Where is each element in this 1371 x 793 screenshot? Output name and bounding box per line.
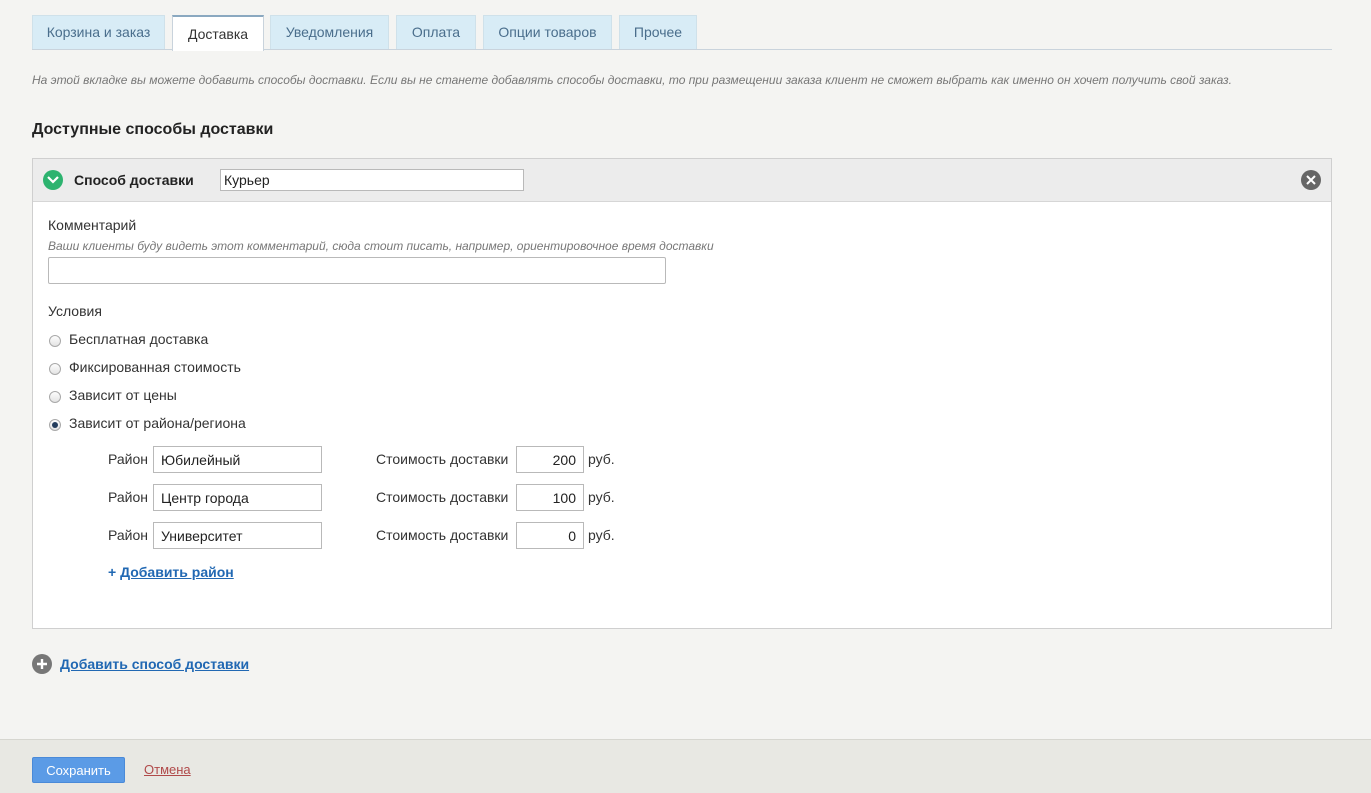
check-circle-icon[interactable] bbox=[43, 170, 63, 190]
save-button[interactable]: Сохранить bbox=[32, 757, 125, 783]
zone-name-input[interactable] bbox=[153, 446, 322, 473]
method-label: Способ доставки bbox=[74, 172, 194, 188]
tab-notifications[interactable]: Уведомления bbox=[270, 15, 389, 49]
zone-cost-input[interactable] bbox=[516, 446, 584, 473]
cost-label: Стоимость доставки bbox=[376, 489, 509, 505]
plus-sign: + bbox=[108, 564, 117, 580]
conditions-label: Условия bbox=[48, 303, 102, 319]
settings-tabs: Корзина и заказ Доставка Уведомления Опл… bbox=[32, 15, 1332, 51]
zone-label: Район bbox=[108, 451, 148, 467]
radio-label: Бесплатная доставка bbox=[69, 331, 209, 347]
radio-label: Зависит от цены bbox=[69, 387, 177, 403]
zone-name-input[interactable] bbox=[153, 522, 322, 549]
zone-label: Район bbox=[108, 489, 148, 505]
radio-label: Зависит от района/региона bbox=[69, 415, 246, 431]
close-circle-icon[interactable] bbox=[1301, 170, 1321, 190]
cancel-link[interactable]: Отмена bbox=[144, 762, 191, 777]
comment-input[interactable] bbox=[48, 257, 666, 284]
radio-label: Фиксированная стоимость bbox=[69, 359, 241, 375]
cost-label: Стоимость доставки bbox=[376, 527, 509, 543]
zone-cost-input[interactable] bbox=[516, 484, 584, 511]
currency-label: руб. bbox=[588, 489, 615, 505]
tab-product-options[interactable]: Опции товаров bbox=[483, 15, 612, 49]
tab-payment[interactable]: Оплата bbox=[396, 15, 476, 49]
zone-cost-input[interactable] bbox=[516, 522, 584, 549]
cost-label: Стоимость доставки bbox=[376, 451, 509, 467]
tab-cart-order[interactable]: Корзина и заказ bbox=[32, 15, 165, 49]
comment-label: Комментарий bbox=[48, 217, 137, 233]
add-zone-label[interactable]: Добавить район bbox=[120, 564, 234, 580]
section-title: Доступные способы доставки bbox=[32, 121, 274, 138]
footer-bar: Сохранить Отмена bbox=[0, 739, 1371, 793]
currency-label: руб. bbox=[588, 451, 615, 467]
zone-label: Район bbox=[108, 527, 148, 543]
radio-button[interactable] bbox=[49, 391, 61, 403]
tab-other[interactable]: Прочее bbox=[619, 15, 697, 49]
add-zone-link[interactable]: + Добавить район bbox=[108, 564, 234, 580]
tab-delivery[interactable]: Доставка bbox=[172, 15, 264, 51]
currency-label: руб. bbox=[588, 527, 615, 543]
intro-text: На этой вкладке вы можете добавить спосо… bbox=[32, 73, 1232, 87]
settings-page: Корзина и заказ Доставка Уведомления Опл… bbox=[0, 0, 1371, 793]
radio-button-checked[interactable] bbox=[49, 419, 61, 431]
plus-circle-icon[interactable] bbox=[32, 654, 52, 674]
radio-button[interactable] bbox=[49, 335, 61, 347]
add-delivery-method-link[interactable]: Добавить способ доставки bbox=[60, 656, 249, 672]
zone-name-input[interactable] bbox=[153, 484, 322, 511]
comment-hint: Ваши клиенты буду видеть этот комментари… bbox=[48, 239, 714, 253]
method-name-input[interactable] bbox=[220, 169, 524, 191]
radio-button[interactable] bbox=[49, 363, 61, 375]
delivery-method-header: Способ доставки bbox=[33, 159, 1331, 202]
delivery-method-panel: Способ доставки Комментарий Ваши клиенты… bbox=[32, 158, 1332, 629]
